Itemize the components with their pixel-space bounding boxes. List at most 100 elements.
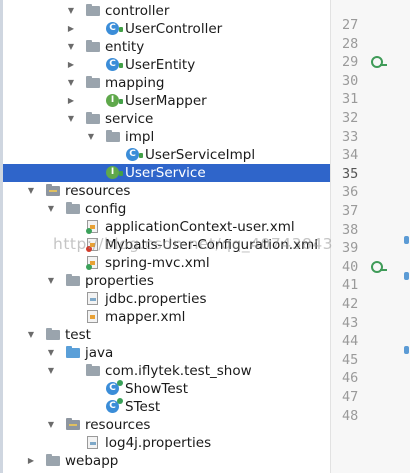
- line-number[interactable]: 30: [342, 72, 376, 90]
- tree-item-label: config: [85, 201, 127, 217]
- gutter-marker-icon: [404, 346, 409, 354]
- expand-arrow-icon[interactable]: ▼: [25, 326, 37, 344]
- interface-icon: I: [105, 166, 123, 180]
- resources-folder-icon: [65, 418, 81, 432]
- tree-item-webapp[interactable]: ▶ webapp: [3, 452, 330, 470]
- folder-icon: [85, 4, 101, 18]
- line-number[interactable]: 46: [342, 369, 376, 387]
- tree-item-com-iflytek-test-show[interactable]: ▼ com.iflytek.test_show: [3, 362, 330, 380]
- folder-icon: [65, 202, 81, 216]
- tree-item-label: UserMapper: [125, 93, 207, 109]
- tree-item-resources[interactable]: ▼ resources: [3, 416, 330, 434]
- tree-item-resources[interactable]: ▼ resources: [3, 182, 330, 200]
- tree-item-usercontroller[interactable]: ▶ C UserController: [3, 20, 330, 38]
- expand-arrow-icon[interactable]: ▼: [45, 344, 57, 362]
- test-class-icon: C: [105, 380, 123, 396]
- tree-item-test[interactable]: ▼ test: [3, 326, 330, 344]
- line-number[interactable]: 44: [342, 332, 376, 350]
- tree-item-userentity[interactable]: ▶ C UserEntity: [3, 56, 330, 74]
- gutter-marker-icon: [404, 272, 409, 280]
- line-number[interactable]: 48: [342, 407, 376, 425]
- tree-item-userservice[interactable]: I UserService: [3, 164, 330, 182]
- tree-item-service[interactable]: ▼ service: [3, 110, 330, 128]
- tree-item-label: STest: [125, 399, 161, 415]
- folder-icon: [105, 130, 121, 144]
- tree-item-label: controller: [105, 3, 170, 19]
- tree-item-controller[interactable]: ▼ controller: [3, 2, 330, 20]
- tree-item-spring-mvc-xml[interactable]: spring-mvc.xml: [3, 254, 330, 272]
- line-number[interactable]: 45: [342, 351, 376, 369]
- expand-arrow-icon[interactable]: ▼: [45, 362, 57, 380]
- tree-item-mapper-xml[interactable]: mapper.xml: [3, 308, 330, 326]
- spring-xml-icon: [85, 256, 101, 270]
- expand-arrow-icon[interactable]: ▼: [85, 128, 97, 146]
- folder-icon: [45, 454, 61, 468]
- tree-item-userserviceimpl[interactable]: C UserServiceImpl: [3, 146, 330, 164]
- expand-arrow-icon[interactable]: ▼: [45, 272, 57, 290]
- tree-item-label: jdbc.properties: [105, 291, 207, 307]
- line-number[interactable]: 34: [342, 146, 376, 164]
- tree-item-impl[interactable]: ▼ impl: [3, 128, 330, 146]
- tree-item-stest[interactable]: C STest: [3, 398, 330, 416]
- tree-item-entity[interactable]: ▼ entity: [3, 38, 330, 56]
- expand-arrow-icon[interactable]: ▼: [65, 110, 77, 128]
- expand-arrow-icon[interactable]: ▼: [25, 182, 37, 200]
- tree-item-label: com.iflytek.test_show: [105, 363, 252, 379]
- expand-arrow-icon[interactable]: ▼: [45, 416, 57, 434]
- line-number[interactable]: 37: [342, 202, 376, 220]
- tree-item-properties[interactable]: ▼ properties: [3, 272, 330, 290]
- tree-item-label: service: [105, 111, 154, 127]
- tree-item-label: UserServiceImpl: [145, 147, 256, 163]
- project-tree: ▼ controller ▶ C UserController ▼ entity ▶ C User…: [0, 0, 330, 473]
- spring-xml-icon: [85, 220, 101, 234]
- tree-item-label: mapping: [105, 75, 165, 91]
- xml-icon: [85, 310, 101, 324]
- class-icon: C: [105, 58, 123, 72]
- tree-item-label: UserService: [125, 165, 206, 181]
- line-number[interactable]: 42: [342, 295, 376, 313]
- line-number[interactable]: 43: [342, 314, 376, 332]
- expand-arrow-icon[interactable]: ▼: [65, 74, 77, 92]
- collapse-arrow-icon[interactable]: ▶: [65, 20, 77, 38]
- collapse-arrow-icon[interactable]: ▶: [25, 452, 37, 470]
- line-number[interactable]: 28: [342, 35, 376, 53]
- folder-icon: [65, 274, 81, 288]
- line-number[interactable]: 33: [342, 128, 376, 146]
- line-number[interactable]: 35: [342, 165, 376, 183]
- line-number[interactable]: 27: [342, 16, 376, 34]
- line-number[interactable]: 39: [342, 239, 376, 257]
- collapse-arrow-icon[interactable]: ▶: [65, 92, 77, 110]
- line-number[interactable]: 47: [342, 388, 376, 406]
- expand-arrow-icon[interactable]: ▼: [65, 38, 77, 56]
- tree-item-mapping[interactable]: ▼ mapping: [3, 74, 330, 92]
- tree-item-label: test: [65, 327, 91, 343]
- tree-item-mybatis-user-configuration-xml[interactable]: Mybatis-User-Configuration.xml: [3, 236, 330, 254]
- tree-item-usermapper[interactable]: ▶ I UserMapper: [3, 92, 330, 110]
- implementation-marker-icon[interactable]: [371, 261, 387, 273]
- source-folder-icon: [65, 346, 81, 360]
- tree-item-label: ShowTest: [125, 381, 189, 397]
- line-number[interactable]: 36: [342, 183, 376, 201]
- implementation-marker-icon[interactable]: [371, 56, 387, 68]
- collapse-arrow-icon[interactable]: ▶: [65, 56, 77, 74]
- folder-icon: [85, 76, 101, 90]
- line-number[interactable]: 41: [342, 276, 376, 294]
- line-number[interactable]: 32: [342, 109, 376, 127]
- tree-item-applicationcontext-user-xml[interactable]: applicationContext-user.xml: [3, 218, 330, 236]
- tree-item-java[interactable]: ▼ java: [3, 344, 330, 362]
- tree-item-label: java: [85, 345, 114, 361]
- line-number[interactable]: 38: [342, 221, 376, 239]
- tree-item-label: webapp: [65, 453, 119, 469]
- tree-item-label: log4j.properties: [105, 435, 212, 451]
- tree-item-jdbc-properties[interactable]: jdbc.properties: [3, 290, 330, 308]
- tree-item-label: Mybatis-User-Configuration.xml: [105, 237, 318, 253]
- properties-icon: [85, 436, 101, 450]
- tree-item-label: entity: [105, 39, 145, 55]
- tree-item-log4j-properties[interactable]: log4j.properties: [3, 434, 330, 452]
- editor-gutter: 27 28 29 30 31 32 33 34 35 36 37 38 39 40 41 42 43 44 45 46…: [330, 0, 410, 473]
- expand-arrow-icon[interactable]: ▼: [45, 200, 57, 218]
- line-number[interactable]: 31: [342, 90, 376, 108]
- tree-item-config[interactable]: ▼ config: [3, 200, 330, 218]
- tree-item-showtest[interactable]: C ShowTest: [3, 380, 330, 398]
- expand-arrow-icon[interactable]: ▼: [65, 2, 77, 20]
